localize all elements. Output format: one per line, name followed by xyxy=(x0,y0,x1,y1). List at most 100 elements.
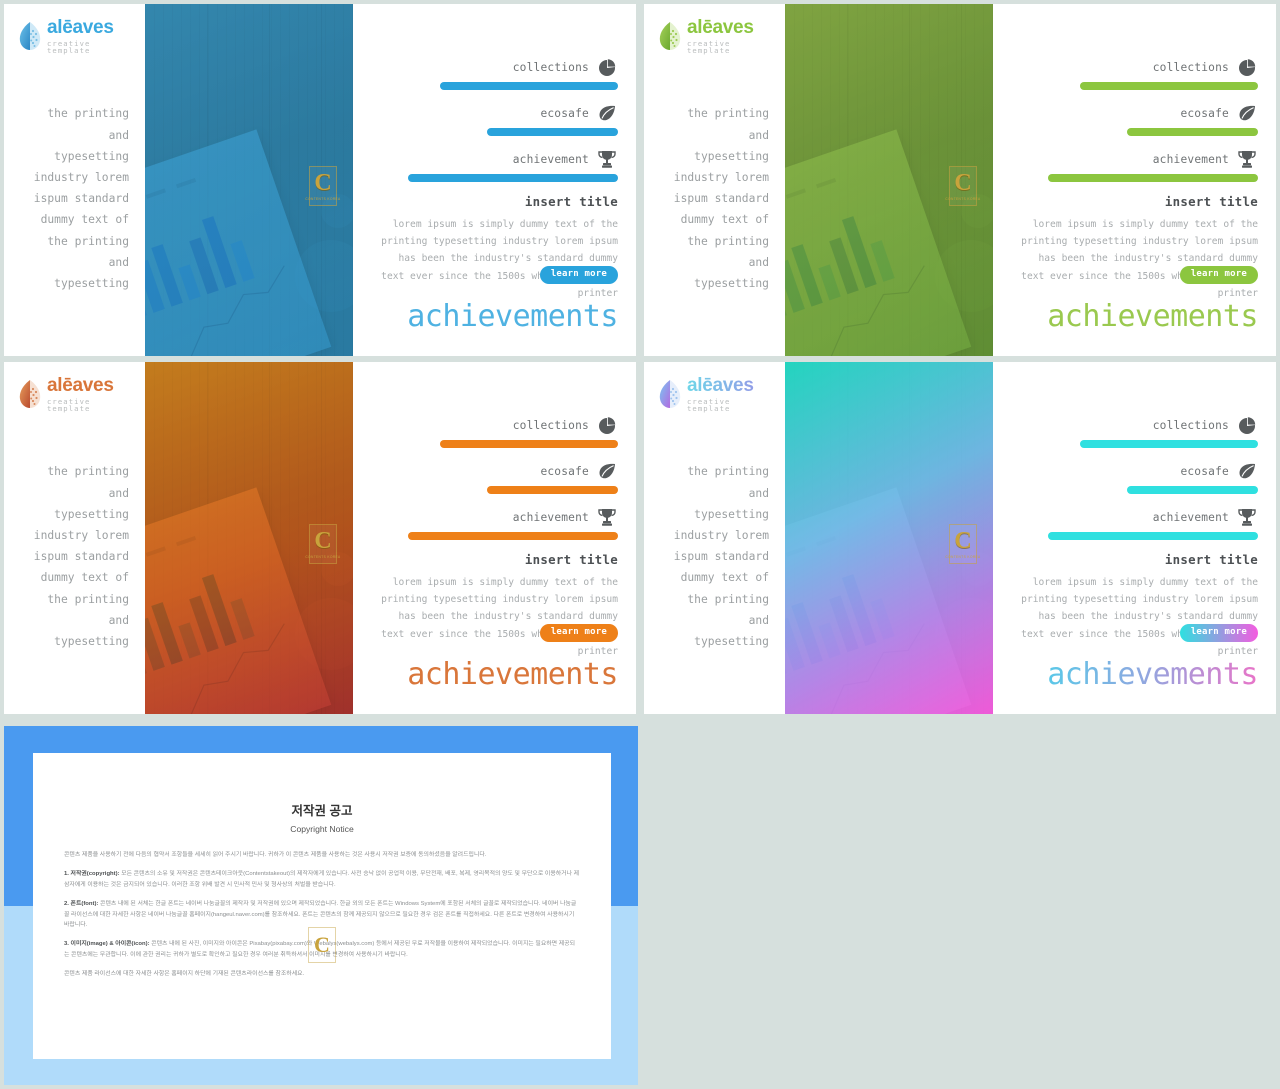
brand-name: alēaves xyxy=(687,376,777,395)
brand-logo[interactable]: alēaves creative template xyxy=(644,18,777,54)
left-paragraph: the printing and typesetting industry lo… xyxy=(673,465,769,649)
brand-tagline: creative template xyxy=(47,39,91,56)
stat-collections: collections xyxy=(371,56,618,90)
brand-logo[interactable]: alēaves creative template xyxy=(4,376,137,412)
progress-track xyxy=(371,174,618,182)
watermark-letter: C xyxy=(954,528,972,554)
slide-headline: achievements xyxy=(1047,657,1258,692)
stat-achievement: achievement xyxy=(371,506,618,540)
trophy-icon xyxy=(596,148,618,170)
progress-fill xyxy=(1127,128,1258,136)
pie-chart-icon xyxy=(1236,56,1258,78)
stat-ecosafe: ecosafe xyxy=(1011,460,1258,494)
leaf-logo-icon xyxy=(18,21,42,51)
slide-orange[interactable]: alēaves creative template the printing a… xyxy=(4,362,636,714)
pie-chart-icon xyxy=(1236,414,1258,436)
progress-track xyxy=(371,128,618,136)
brand-logo[interactable]: alēaves creative template xyxy=(4,18,137,54)
stat-label: ecosafe xyxy=(540,106,589,120)
slide-headline: achievements xyxy=(407,657,618,692)
stat-ecosafe: ecosafe xyxy=(371,460,618,494)
watermark-letter: C xyxy=(314,528,332,554)
stat-label: ecosafe xyxy=(1180,464,1229,478)
learn-more-button[interactable]: learn more xyxy=(1179,266,1258,284)
stat-label: achievement xyxy=(1152,510,1229,524)
brand-tagline: creative template xyxy=(47,397,91,414)
stat-label: achievement xyxy=(1152,152,1229,166)
copyright-watermark: C xyxy=(308,927,336,963)
progress-track xyxy=(1011,82,1258,90)
stat-label: collections xyxy=(512,60,589,74)
slide-left-column: alēaves creative template the printing a… xyxy=(644,362,785,714)
slide-right-column: collections ecosafe achievement insert t… xyxy=(353,362,636,714)
insert-title: insert title xyxy=(524,552,618,567)
progress-fill xyxy=(1127,486,1258,494)
progress-track xyxy=(371,532,618,540)
stat-achievement: achievement xyxy=(1011,148,1258,182)
stat-label: collections xyxy=(1152,60,1229,74)
learn-more-button[interactable]: learn more xyxy=(539,266,618,284)
watermark-sublabel: CONTENTS KOREA xyxy=(305,555,341,559)
copyright-paper: 저작권 공고 Copyright Notice 콘텐츠 제품을 사용하기 전에 … xyxy=(33,753,611,1059)
left-paragraph: the printing and typesetting industry lo… xyxy=(33,107,129,291)
watermark-letter: C xyxy=(314,170,332,196)
body-copy: lorem ipsum is simply dummy text of the … xyxy=(1021,577,1258,657)
learn-more-button[interactable]: learn more xyxy=(539,624,618,642)
copyright-intro: 콘텐츠 제품을 사용하기 전에 다음의 협약서 조항들을 세세히 읽어 주시기 … xyxy=(64,852,487,858)
slide-left-column: alēaves creative template the printing a… xyxy=(4,4,145,356)
watermark-letter: C xyxy=(954,170,972,196)
watermark-badge: C CONTENTS KOREA xyxy=(305,524,340,564)
brand-name: alēaves xyxy=(47,17,114,38)
section-heading: 3. 이미지(image) & 아이콘(icon): xyxy=(64,941,150,948)
stat-ecosafe: ecosafe xyxy=(371,102,618,136)
progress-fill xyxy=(1080,82,1258,90)
progress-track xyxy=(371,486,618,494)
slide-cyan-magenta[interactable]: alēaves creative template the printing a… xyxy=(644,362,1276,714)
leaf-logo-icon xyxy=(658,21,682,51)
leaf-logo-icon xyxy=(18,379,42,409)
stat-achievement: achievement xyxy=(1011,506,1258,540)
brand-tagline: creative template xyxy=(687,39,731,56)
stat-label: ecosafe xyxy=(1180,106,1229,120)
copyright-title: 저작권 공고 xyxy=(291,804,353,818)
leaf-icon xyxy=(596,460,618,482)
brand-name: alēaves xyxy=(47,375,114,396)
watermark-sublabel: CONTENTS KOREA xyxy=(305,197,341,201)
body-copy: lorem ipsum is simply dummy text of the … xyxy=(381,577,618,657)
watermark-letter: C xyxy=(314,932,330,957)
progress-fill xyxy=(487,128,618,136)
slide-photo: C CONTENTS KOREA xyxy=(785,4,993,356)
leaf-logo-icon xyxy=(658,379,682,409)
presentation-preview-canvas: alēaves creative template the printing a… xyxy=(0,0,1280,1089)
slide-left-column: alēaves creative template the printing a… xyxy=(644,4,785,356)
progress-fill xyxy=(440,82,618,90)
leaf-icon xyxy=(1236,460,1258,482)
progress-track xyxy=(371,82,618,90)
progress-track xyxy=(1011,440,1258,448)
stat-label: collections xyxy=(1152,418,1229,432)
slide-left-column: alēaves creative template the printing a… xyxy=(4,362,145,714)
insert-title: insert title xyxy=(1164,552,1258,567)
brand-name: alēaves xyxy=(687,17,754,38)
brand-logo[interactable]: alēaves creative template xyxy=(644,376,777,412)
brand-tagline: creative template xyxy=(687,397,731,414)
progress-fill xyxy=(1048,532,1258,540)
slide-green[interactable]: alēaves creative template the printing a… xyxy=(644,4,1276,356)
stat-label: collections xyxy=(512,418,589,432)
left-paragraph: the printing and typesetting industry lo… xyxy=(673,107,769,291)
progress-fill xyxy=(408,532,618,540)
learn-more-button[interactable]: learn more xyxy=(1179,624,1258,642)
stat-collections: collections xyxy=(1011,414,1258,448)
stat-achievement: achievement xyxy=(371,148,618,182)
progress-track xyxy=(1011,532,1258,540)
progress-track xyxy=(1011,174,1258,182)
stat-collections: collections xyxy=(1011,56,1258,90)
copyright-section: 1. 저작권(copyright): 모든 콘텐츠의 소유 및 저작권은 콘텐츠… xyxy=(64,869,580,890)
left-paragraph: the printing and typesetting industry lo… xyxy=(33,465,129,649)
slide-blue[interactable]: alēaves creative template the printing a… xyxy=(4,4,636,356)
insert-title: insert title xyxy=(1164,194,1258,209)
progress-fill xyxy=(440,440,618,448)
leaf-icon xyxy=(1236,102,1258,124)
slide-photo: C CONTENTS KOREA xyxy=(785,362,993,714)
copyright-notice-board[interactable]: 저작권 공고 Copyright Notice 콘텐츠 제품을 사용하기 전에 … xyxy=(4,726,638,1085)
